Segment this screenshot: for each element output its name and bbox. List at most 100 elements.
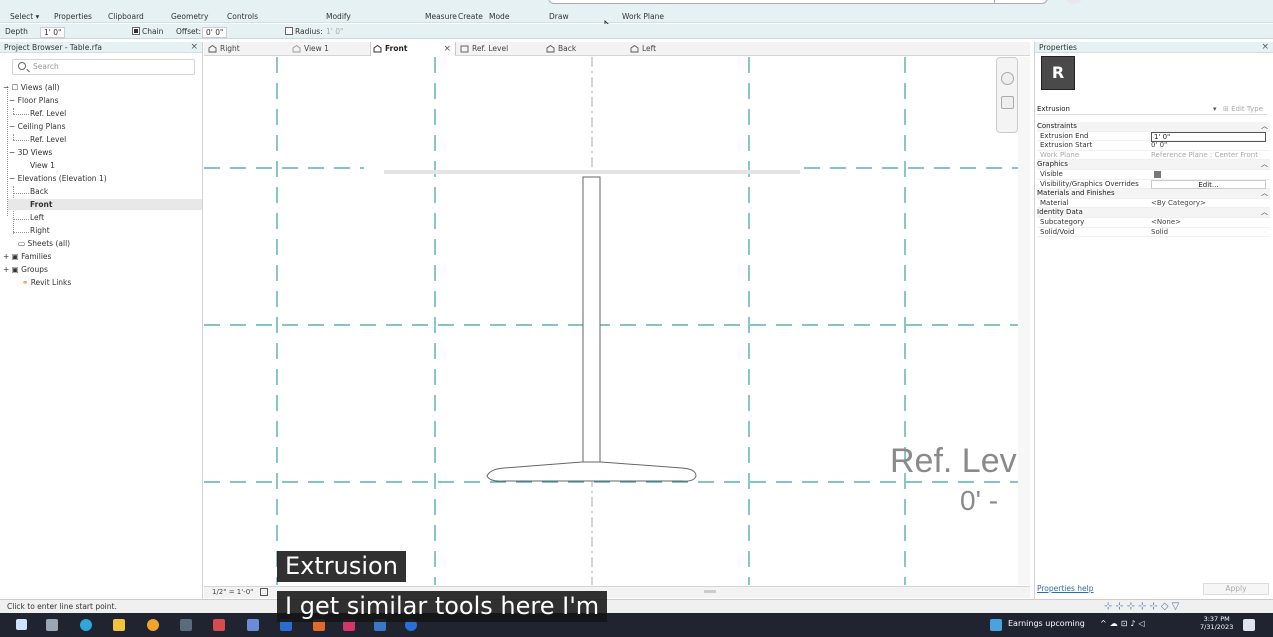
zoom-icon[interactable]: [1001, 96, 1014, 109]
app-icon-red[interactable]: [213, 619, 225, 631]
group-identity-data[interactable]: Identity Data ︿: [1037, 208, 1270, 218]
tab-left[interactable]: Left: [628, 42, 708, 56]
calculator-icon[interactable]: [180, 619, 192, 631]
chain-checkbox[interactable]: Chain: [132, 27, 163, 36]
ribbon-geometry[interactable]: Geometry: [171, 12, 208, 21]
prop-subcategory[interactable]: Subcategory <None>: [1037, 218, 1270, 228]
properties-help-link[interactable]: Properties help: [1037, 584, 1094, 593]
user-avatar[interactable]: [1066, 0, 1082, 4]
tree-groups[interactable]: + ▣ Groups: [3, 264, 48, 275]
ribbon-properties[interactable]: Properties: [54, 12, 92, 21]
ribbon-modify[interactable]: Modify: [326, 12, 351, 21]
prop-visible[interactable]: Visible: [1037, 170, 1270, 180]
tree-front[interactable]: Front: [8, 199, 202, 210]
task-view-icon[interactable]: [46, 619, 58, 631]
tree-view-1[interactable]: View 1: [30, 160, 55, 171]
group-graphics[interactable]: Graphics ︿: [1037, 160, 1270, 170]
system-tray-icons[interactable]: ^☁⊡♪◁: [1100, 619, 1148, 628]
tree-views-all[interactable]: − ☐ Views (all): [3, 82, 60, 93]
ribbon-clipboard[interactable]: Clipboard: [108, 12, 144, 21]
selection-filter-icons[interactable]: ⊹⊹⊹⊹⊹◇▽: [1104, 601, 1182, 612]
ribbon-create[interactable]: Create: [458, 12, 483, 21]
elevation-view-icon: [630, 45, 639, 53]
prop-extrusion-start[interactable]: Extrusion Start 0' 0": [1037, 141, 1270, 151]
ribbon-controls[interactable]: Controls: [227, 12, 258, 21]
visible-checkbox[interactable]: [1154, 170, 1161, 178]
prop-work-plane: Work Plane Reference Plane : Center Front: [1037, 151, 1270, 161]
tree-ceiling-plans[interactable]: − Ceiling Plans: [9, 121, 66, 132]
properties-palette: Properties × R Extrusion ▾ ⊞ Edit Type C…: [1034, 42, 1273, 599]
tree-right[interactable]: Right: [30, 225, 50, 236]
edit-type-button[interactable]: ⊞ Edit Type: [1223, 104, 1263, 115]
depth-label: Depth: [5, 27, 28, 36]
tab-close-icon[interactable]: ×: [443, 42, 451, 56]
tree-floor-plans[interactable]: − Floor Plans: [9, 95, 59, 106]
tab-back[interactable]: Back: [544, 42, 624, 56]
caption-line-1: Extrusion: [277, 551, 406, 582]
windows-start-icon[interactable]: [16, 619, 27, 630]
tree-floor-ref-level[interactable]: Ref. Level: [30, 108, 66, 119]
detail-level-icon[interactable]: [260, 588, 268, 596]
close-icon[interactable]: ×: [1261, 42, 1269, 53]
radius-checkbox[interactable]: Radius:: [285, 27, 323, 36]
clock[interactable]: 3:37 PM 7/31/2023: [1200, 615, 1233, 631]
vertical-scrollbar[interactable]: [1018, 57, 1030, 585]
tree-left[interactable]: Left: [30, 212, 44, 223]
steering-wheel-icon[interactable]: [1001, 72, 1014, 85]
prop-solid-void[interactable]: Solid/Void Solid: [1037, 228, 1270, 238]
tab-view-1[interactable]: View 1: [290, 42, 370, 56]
edge-browser-icon[interactable]: [80, 619, 92, 631]
ribbon-select[interactable]: Select ▾: [10, 12, 39, 21]
tab-ref-level[interactable]: Ref. Level: [458, 42, 538, 56]
tree-3d-views[interactable]: − 3D Views: [9, 147, 52, 158]
ribbon-work-plane[interactable]: Work Plane: [622, 12, 664, 21]
tree-elevations[interactable]: − Elevations (Elevation 1): [9, 173, 107, 184]
tree-ceiling-ref-level[interactable]: Ref. Level: [30, 134, 66, 145]
news-widget[interactable]: Earnings upcoming: [1008, 619, 1085, 628]
tree-back[interactable]: Back: [30, 186, 48, 197]
group-materials[interactable]: Materials and Finishes ︿: [1037, 189, 1270, 199]
news-icon: [990, 619, 1002, 631]
top-search-box[interactable]: [548, 0, 1048, 4]
browser-search-input[interactable]: Search: [12, 59, 195, 75]
tab-front[interactable]: Front ×: [370, 42, 456, 56]
depth-field[interactable]: 1' 0": [40, 27, 66, 38]
group-constraints[interactable]: Constraints ︿: [1037, 122, 1270, 132]
prop-material[interactable]: Material <By Category>: [1037, 199, 1270, 209]
caption-line-2: I get similar tools here I'm: [277, 591, 608, 622]
families-icon: ▣: [11, 252, 19, 261]
chevron-down-icon: ▾: [1213, 105, 1217, 113]
notification-icon[interactable]: [1243, 619, 1255, 631]
offset-field[interactable]: 0' 0": [202, 27, 228, 38]
level-elevation-label: 0' -: [960, 485, 999, 516]
file-explorer-icon[interactable]: [113, 619, 125, 631]
ribbon-draw[interactable]: Draw: [549, 12, 569, 21]
tab-right[interactable]: Right: [206, 42, 276, 56]
search-icon: [18, 62, 26, 70]
horizontal-scroll-thumb[interactable]: [704, 590, 716, 593]
tree-families[interactable]: + ▣ Families: [3, 251, 51, 262]
drawing-canvas[interactable]: Ref. Lev 0' -: [204, 57, 1030, 585]
extrusion-end-input[interactable]: 1' 0": [1151, 131, 1266, 142]
ribbon-mode[interactable]: Mode: [489, 12, 509, 21]
tree-sheets[interactable]: ▭ Sheets (all): [18, 238, 70, 249]
chrome-icon[interactable]: [147, 619, 159, 631]
options-bar: Depth 1' 0" Chain Offset: 0' 0" Radius: …: [0, 24, 1273, 39]
apply-button[interactable]: Apply: [1203, 583, 1269, 595]
status-message: Click to enter line start point.: [7, 602, 117, 611]
navigation-bar: [996, 57, 1018, 133]
radius-field[interactable]: 1' 0": [326, 27, 343, 36]
type-preview-icon: R: [1041, 56, 1075, 90]
vg-edit-button[interactable]: Edit...: [1151, 179, 1266, 189]
sheets-icon: ▭: [18, 239, 26, 248]
tree-revit-links[interactable]: ⚭ Revit Links: [22, 277, 71, 288]
type-selector[interactable]: Extrusion ▾ ⊞ Edit Type: [1037, 104, 1267, 115]
prop-extrusion-end[interactable]: Extrusion End 1' 0": [1037, 131, 1270, 142]
ribbon-measure[interactable]: Measure: [425, 12, 457, 21]
app-icon-blue[interactable]: [247, 619, 259, 631]
offset-label: Offset:: [176, 27, 202, 36]
prop-vg-overrides[interactable]: Visibility/Graphics Overrides Edit...: [1037, 179, 1270, 190]
view-scale[interactable]: 1/2" = 1'-0": [212, 588, 253, 596]
close-icon[interactable]: ×: [190, 42, 198, 53]
properties-title: Properties: [1035, 42, 1273, 53]
